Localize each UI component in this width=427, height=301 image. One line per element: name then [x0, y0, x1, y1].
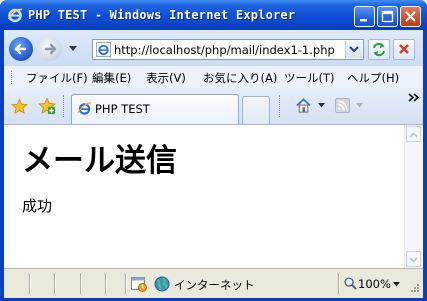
menu-view[interactable]: 表示(V) [146, 70, 186, 86]
result-message: 成功 [22, 197, 53, 215]
forward-arrow-icon [44, 43, 57, 55]
status-divider [54, 273, 56, 294]
tab-label: PHP TEST [95, 102, 150, 116]
menu-help[interactable]: ヘルプ(H) [347, 70, 399, 86]
maximize-button[interactable] [377, 6, 398, 27]
address-url: http://localhost/php/mail/index1-1.php [114, 43, 335, 57]
chevron-more-icon[interactable] [408, 93, 419, 102]
internet-zone-globe-icon [154, 276, 170, 292]
history-dropdown-icon[interactable] [69, 46, 77, 52]
window-title: PHP TEST - Windows Internet Explorer [28, 8, 296, 22]
address-bar[interactable]: http://localhost/php/mail/index1-1.php [92, 39, 364, 60]
menu-file[interactable]: ファイル(F) [26, 70, 88, 86]
chevron-down-icon [409, 257, 418, 263]
minimize-icon [360, 19, 367, 22]
page-ie-icon [96, 42, 111, 57]
scroll-down-button[interactable] [406, 251, 421, 267]
forward-button[interactable] [38, 37, 62, 61]
zoom-magnifier-icon [344, 277, 357, 290]
vertical-scrollbar[interactable] [404, 125, 422, 268]
refresh-icon [373, 42, 385, 57]
tab-ie-icon [77, 102, 92, 115]
stop-button[interactable] [393, 39, 415, 60]
menu-bar: ファイル(F) 編集(E) 表示(V) お気に入り(A) ツール(T) ヘルプ(… [4, 66, 423, 89]
feeds-dropdown-icon[interactable] [356, 103, 363, 108]
home-dropdown-icon[interactable] [318, 103, 325, 108]
zoom-dropdown-icon[interactable] [393, 282, 400, 287]
back-arrow-icon [14, 43, 27, 55]
minimize-button[interactable] [354, 6, 375, 27]
feeds-icon[interactable] [335, 98, 350, 113]
zoom-level[interactable]: 100% [358, 277, 391, 291]
favorites-bar: PHP TEST [4, 88, 423, 125]
menu-tools[interactable]: ツール(T) [284, 70, 335, 86]
protected-mode-icon[interactable] [131, 276, 147, 292]
menu-grip [11, 71, 14, 84]
maximize-icon [381, 10, 394, 23]
status-divider [125, 273, 127, 294]
chevron-down-icon [349, 46, 359, 53]
menu-edit[interactable]: 編集(E) [92, 70, 131, 86]
navigation-bar: http://localhost/php/mail/index1-1.php [4, 30, 423, 66]
title-bar[interactable]: PHP TEST - Windows Internet Explorer [0, 0, 427, 30]
chevron-up-icon [409, 132, 418, 138]
new-tab-button[interactable] [242, 96, 270, 124]
status-divider [338, 273, 340, 294]
home-icon[interactable] [295, 97, 312, 114]
refresh-button[interactable] [368, 39, 390, 60]
security-zone-label: インターネット [174, 278, 255, 292]
scroll-up-button[interactable] [406, 126, 421, 142]
command-bar-grip [279, 95, 282, 117]
status-bar: インターネット 100% [4, 268, 423, 298]
page-heading: メール送信 [22, 143, 177, 179]
browser-window: PHP TEST - Windows Internet Explorer htt… [0, 0, 427, 301]
status-divider [29, 273, 31, 294]
tab-php-test[interactable]: PHP TEST [71, 94, 239, 124]
status-divider [105, 273, 107, 294]
favorites-star-icon[interactable] [11, 98, 28, 115]
browser-client: http://localhost/php/mail/index1-1.php フ [4, 30, 423, 298]
page-content: メール送信 成功 [4, 125, 404, 268]
add-favorite-icon[interactable] [38, 97, 56, 115]
back-button[interactable] [9, 37, 33, 61]
stop-icon [399, 44, 409, 54]
close-button[interactable] [400, 6, 421, 27]
address-dropdown-button[interactable] [345, 41, 362, 58]
status-divider [80, 273, 82, 294]
resize-grip-icon[interactable] [408, 283, 420, 295]
ie-logo-icon [7, 8, 23, 23]
toolbar-grip [63, 95, 66, 117]
close-icon [405, 11, 416, 22]
menu-favorites[interactable]: お気に入り(A) [203, 70, 277, 86]
